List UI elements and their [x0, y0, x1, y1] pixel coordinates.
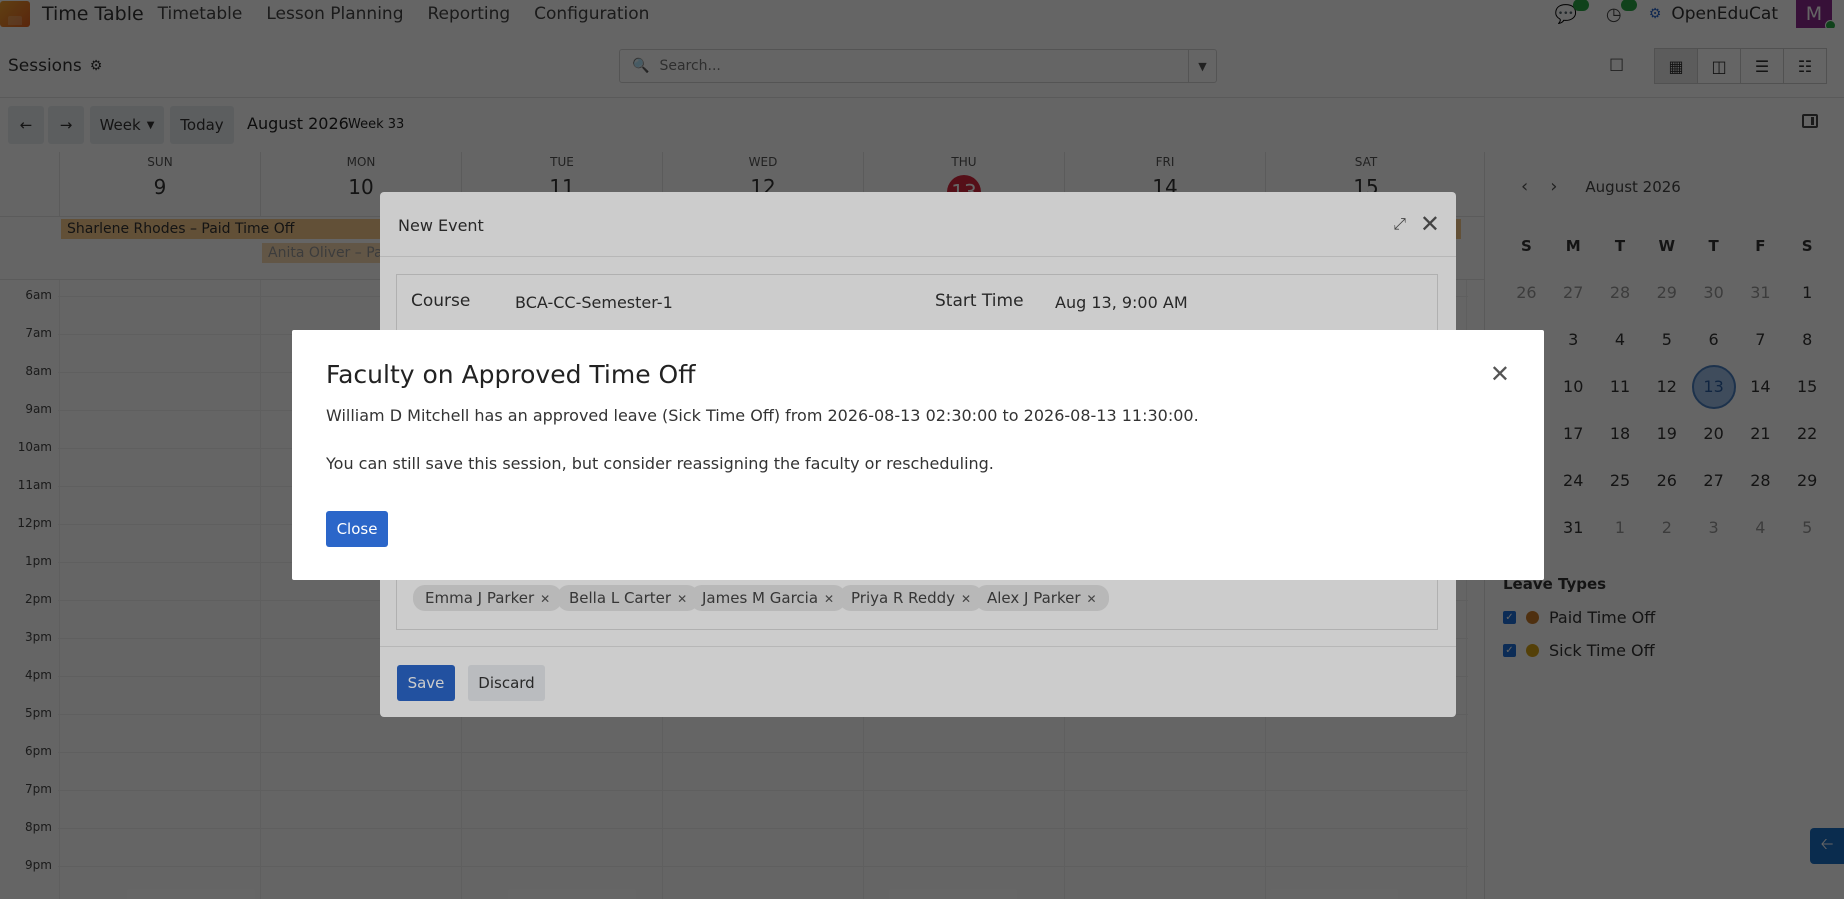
time-off-warning-dialog: Faculty on Approved Time Off ✕ William D… [292, 330, 1544, 580]
alert-message: You can still save this session, but con… [326, 454, 994, 473]
close-button[interactable]: Close [326, 511, 388, 547]
alert-body: William D Mitchell has an approved leave… [326, 404, 1506, 476]
close-icon[interactable]: ✕ [1490, 360, 1510, 388]
alert-title: Faculty on Approved Time Off [326, 360, 696, 389]
alert-message: William D Mitchell has an approved leave… [326, 406, 1199, 425]
